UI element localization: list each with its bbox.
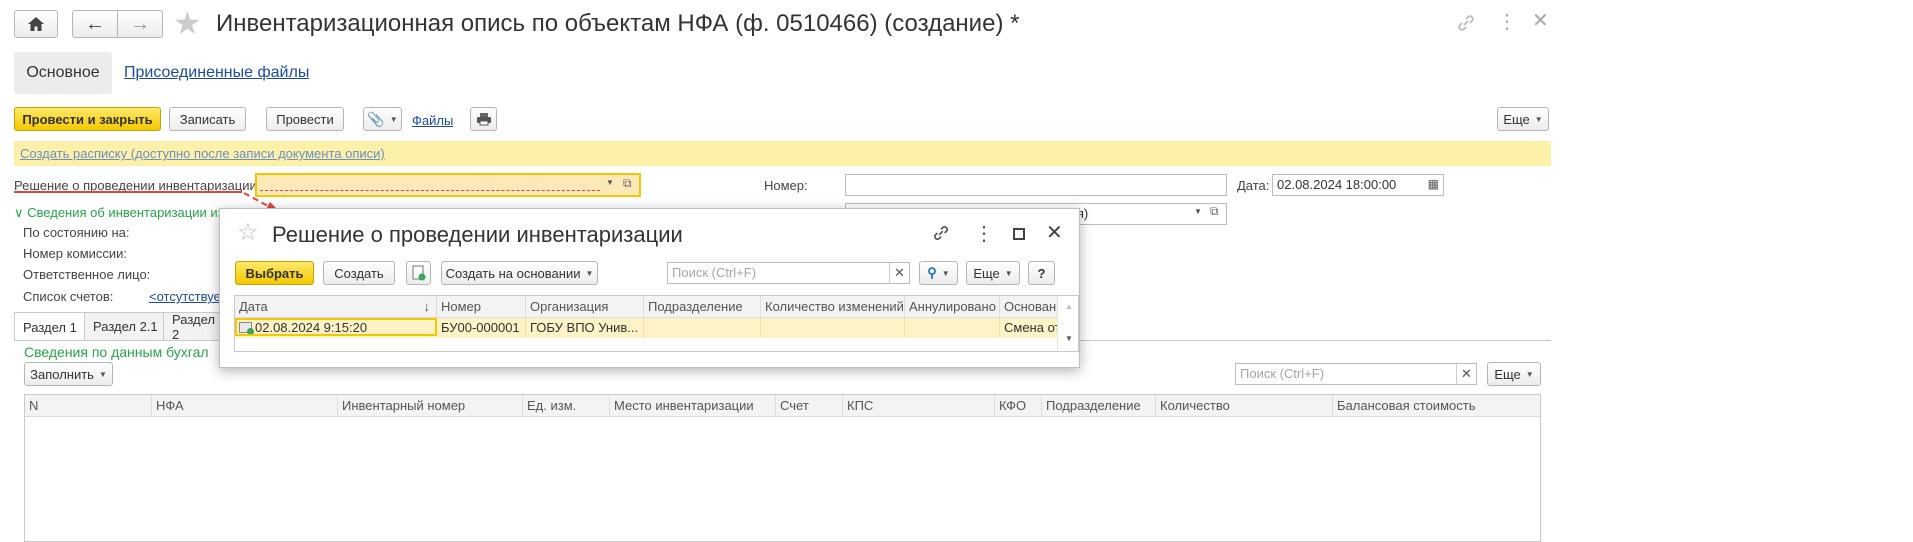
search-button[interactable]: ⚲ ▼	[919, 261, 958, 285]
print-button[interactable]	[470, 107, 497, 131]
row-dept-cell	[644, 318, 761, 338]
column-header[interactable]: Подразделение	[1042, 395, 1156, 417]
link-icon[interactable]	[1455, 12, 1477, 37]
dialog-more-vertical-icon[interactable]: ⋮	[974, 222, 994, 246]
more-button[interactable]: Еще ▼	[1497, 107, 1549, 131]
clear-icon[interactable]: ✕	[889, 263, 909, 283]
column-header[interactable]: Счет	[776, 395, 843, 417]
column-header[interactable]: КПС	[843, 395, 995, 417]
column-header[interactable]: N	[25, 395, 152, 417]
column-header[interactable]: Подразделение	[644, 296, 761, 318]
tab-section-2-1[interactable]: Раздел 2.1	[84, 312, 167, 340]
column-header[interactable]: Номер	[437, 296, 526, 318]
sort-down-icon: ↓	[423, 299, 431, 314]
printer-icon	[476, 113, 491, 126]
column-header[interactable]: КФО	[995, 395, 1042, 417]
select-button[interactable]: Выбрать	[235, 261, 314, 285]
row-date-cell[interactable]: 02.08.2024 9:15:20	[235, 318, 437, 336]
responsible-label: Ответственное лицо:	[23, 267, 151, 282]
column-header[interactable]: Ед. изм.	[523, 395, 610, 417]
column-header[interactable]: Количество	[1156, 395, 1333, 417]
column-header[interactable]: Аннулировано	[905, 296, 1000, 318]
column-header[interactable]: Балансовая стоимость	[1333, 395, 1540, 417]
section-table[interactable]: N НФА Инвентарный номер Ед. изм. Место и…	[24, 394, 1541, 542]
dialog-table[interactable]: Дата ↓ Номер Организация Подразделение Ко…	[234, 295, 1079, 352]
clear-icon[interactable]: ✕	[1456, 364, 1476, 384]
document-add-icon	[412, 265, 425, 281]
dialog-maximize-icon[interactable]	[1013, 228, 1025, 240]
document-posted-icon	[239, 322, 254, 334]
row-org-cell: ГОБУ ВПО Унив...	[526, 318, 644, 338]
commission-label: Номер комиссии:	[23, 246, 128, 261]
column-header-date[interactable]: Дата ↓	[235, 296, 437, 318]
calendar-icon[interactable]: ▦	[1428, 177, 1439, 191]
row-cancelled-cell	[905, 318, 1000, 338]
scroll-down-icon[interactable]: ▼	[1065, 334, 1073, 343]
attach-button[interactable]: 📎 ▼	[363, 107, 402, 131]
section-search-input[interactable]: Поиск (Ctrl+F) ✕	[1235, 363, 1477, 385]
scroll-up-icon[interactable]: ▲	[1065, 302, 1073, 311]
section-heading: Сведения по данным бухгал	[24, 344, 209, 360]
help-button[interactable]: ?	[1028, 261, 1055, 285]
row-changes-cell	[761, 318, 905, 338]
open-icon[interactable]: ⧉	[623, 176, 632, 191]
files-link[interactable]: Файлы	[412, 113, 453, 128]
dropdown-icon[interactable]: ▼	[606, 178, 614, 187]
search-icon: ⚲	[927, 265, 937, 280]
number-field[interactable]	[845, 174, 1227, 196]
column-header[interactable]: Организация	[526, 296, 644, 318]
dialog-search-input[interactable]: Поиск (Ctrl+F) ✕	[667, 262, 910, 284]
row-number-cell: БУ00-000001	[437, 318, 526, 338]
accounts-label: Список счетов:	[23, 289, 114, 304]
more-vertical-icon[interactable]: ⋮	[1497, 10, 1517, 34]
number-label: Номер:	[764, 178, 808, 193]
dialog-table-header: Дата ↓ Номер Организация Подразделение Ко…	[235, 296, 1057, 318]
column-header[interactable]: Место инвентаризации	[610, 395, 776, 417]
decision-field[interactable]: ▼ ⧉	[255, 173, 641, 197]
column-header[interactable]: Количество изменений	[761, 296, 905, 318]
dialog-favorite-star-icon[interactable]: ☆	[237, 221, 259, 245]
create-button[interactable]: Создать	[323, 261, 395, 285]
fill-button[interactable]: Заполнить ▼	[24, 362, 113, 386]
close-icon[interactable]: ✕	[1532, 9, 1549, 33]
accounts-link[interactable]: <отсутствуе	[149, 289, 221, 304]
dialog-title: Решение о проведении инвентаризации	[272, 222, 683, 247]
row-basis-cell: Смена отв	[1004, 320, 1057, 335]
column-header[interactable]: Основани	[1000, 296, 1057, 318]
create-copy-button[interactable]	[406, 261, 431, 285]
decision-field-underline	[260, 190, 600, 191]
section-more-button[interactable]: Еще ▼	[1487, 362, 1541, 386]
create-based-on-button[interactable]: Создать на основании ▼	[441, 261, 598, 285]
section-table-header: N НФА Инвентарный номер Ед. изм. Место и…	[25, 395, 1540, 417]
annotation-arrow	[14, 191, 280, 213]
tab-section-2[interactable]: Раздел 2	[163, 312, 223, 342]
date-field[interactable]: 02.08.2024 18:00:00 ▦	[1272, 174, 1444, 196]
tab-section-1[interactable]: Раздел 1	[14, 312, 86, 341]
column-header[interactable]: НФА	[152, 395, 338, 417]
date-label: Дата:	[1237, 178, 1270, 193]
open-icon[interactable]: ⧉	[1210, 204, 1219, 219]
window-title: Инвентаризационная опись по объектам НФА…	[216, 10, 1020, 37]
scrollbar[interactable]: ▲ ▼	[1057, 296, 1078, 351]
dialog-link-icon[interactable]	[931, 223, 951, 246]
table-row[interactable]: 02.08.2024 9:15:20 БУ00-000001 ГОБУ ВПО …	[235, 318, 1057, 338]
dialog-close-icon[interactable]: ✕	[1046, 221, 1063, 245]
dialog-more-button[interactable]: Еще ▼	[966, 261, 1020, 285]
column-header[interactable]: Инвентарный номер	[338, 395, 523, 417]
selection-dialog: ☆ Решение о проведении инвентаризации ⋮ …	[219, 208, 1080, 368]
dropdown-icon[interactable]: ▼	[1194, 207, 1202, 216]
paperclip-icon: 📎	[367, 110, 385, 127]
